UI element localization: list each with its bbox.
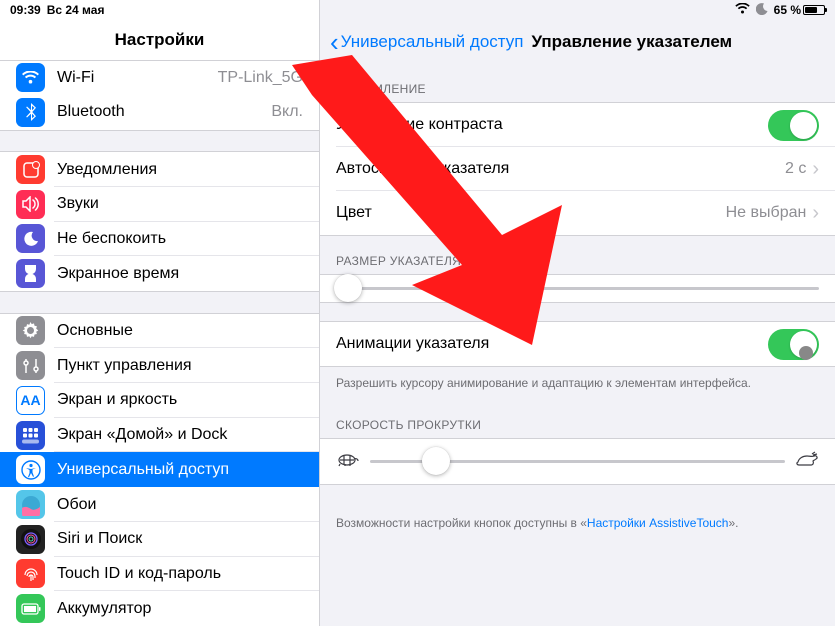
- back-button[interactable]: ‹ Универсальный доступ: [330, 29, 523, 55]
- contrast-label: Увеличение контраста: [336, 116, 768, 134]
- pointer-size-slider[interactable]: [320, 275, 835, 302]
- wallpaper-icon: [16, 490, 45, 519]
- wifi-label: Wi-Fi: [57, 69, 218, 87]
- accessibility-label: Универсальный доступ: [57, 461, 303, 479]
- turtle-icon: [336, 451, 360, 472]
- chevron-right-icon: ›: [812, 158, 819, 181]
- battery-percent: 65 %: [774, 3, 801, 17]
- touchid-icon: [16, 559, 45, 588]
- home-icon: [16, 421, 45, 450]
- rabbit-icon: [795, 451, 819, 472]
- row-animations[interactable]: Анимации указателя: [320, 322, 835, 366]
- control-center-icon: [16, 351, 45, 380]
- accessibility-icon: [16, 455, 45, 484]
- display-label: Экран и яркость: [57, 391, 303, 409]
- bluetooth-value: Вкл.: [271, 103, 303, 121]
- sidebar-item-accessibility[interactable]: Универсальный доступ: [0, 452, 319, 487]
- sounds-icon: [16, 190, 45, 219]
- wifi-value: TP-Link_5G: [218, 69, 303, 87]
- autohide-value: 2 с: [785, 160, 806, 178]
- battery-icon: [803, 5, 825, 15]
- sidebar-item-dnd[interactable]: Не беспокоить: [0, 222, 319, 257]
- section-scroll: СКОРОСТЬ ПРОКРУТКИ: [320, 400, 835, 438]
- siri-icon: [16, 525, 45, 554]
- back-label: Универсальный доступ: [341, 32, 524, 52]
- sidebar-item-touchid[interactable]: Touch ID и код-пароль: [0, 557, 319, 592]
- sidebar-item-general[interactable]: Основные: [0, 314, 319, 349]
- display-icon: AA: [16, 386, 45, 415]
- dnd-icon: [16, 224, 45, 253]
- dnd-label: Не беспокоить: [57, 230, 303, 248]
- home-label: Экран «Домой» и Dock: [57, 426, 303, 444]
- wallpaper-label: Обои: [57, 496, 303, 514]
- sounds-label: Звуки: [57, 195, 303, 213]
- page-title: Управление указателем: [531, 32, 732, 52]
- color-label: Цвет: [336, 204, 726, 222]
- sidebar-item-siri[interactable]: Siri и Поиск: [0, 522, 319, 557]
- bluetooth-label: Bluetooth: [57, 103, 271, 121]
- dnd-moon-icon: [756, 3, 768, 18]
- assistivetouch-link[interactable]: Настройки AssistiveTouch: [587, 516, 729, 530]
- row-color[interactable]: Цвет Не выбран ›: [320, 191, 835, 235]
- sidebar-item-notifications[interactable]: Уведомления: [0, 152, 319, 187]
- notifications-label: Уведомления: [57, 161, 303, 179]
- battery-label: Аккумулятор: [57, 600, 303, 618]
- pointer-cursor-icon: [799, 346, 813, 360]
- status-right: 65 %: [735, 3, 825, 18]
- row-autohide[interactable]: Автоскрытие указателя 2 с ›: [320, 147, 835, 191]
- row-contrast[interactable]: Увеличение контраста: [320, 103, 835, 147]
- detail-pane: ‹ Универсальный доступ Управление указат…: [320, 0, 835, 626]
- sidebar-item-wifi[interactable]: Wi-Fi TP-Link_5G: [0, 60, 319, 95]
- sidebar-item-control-center[interactable]: Пункт управления: [0, 348, 319, 383]
- screentime-icon: [16, 259, 45, 288]
- chevron-left-icon: ‹: [330, 29, 339, 55]
- bluetooth-icon: [16, 98, 45, 127]
- scroll-speed-slider[interactable]: [320, 439, 835, 484]
- sidebar-item-wallpaper[interactable]: Обои: [0, 487, 319, 522]
- sidebar-item-screentime[interactable]: Экранное время: [0, 256, 319, 291]
- control-center-label: Пункт управления: [57, 357, 303, 375]
- sidebar-item-display[interactable]: AA Экран и яркость: [0, 383, 319, 418]
- section-size: РАЗМЕР УКАЗАТЕЛЯ: [320, 236, 835, 274]
- sidebar-item-bluetooth[interactable]: Bluetooth Вкл.: [0, 95, 319, 130]
- sidebar-item-home[interactable]: Экран «Домой» и Dock: [0, 418, 319, 453]
- general-icon: [16, 316, 45, 345]
- animations-footer: Разрешить курсору анимирование и адаптац…: [320, 367, 835, 400]
- sidebar-item-sounds[interactable]: Звуки: [0, 187, 319, 222]
- autohide-label: Автоскрытие указателя: [336, 160, 785, 178]
- siri-label: Siri и Поиск: [57, 530, 303, 548]
- color-value: Не выбран: [726, 204, 807, 222]
- battery-sidebar-icon: [16, 594, 45, 623]
- animations-label: Анимации указателя: [336, 335, 768, 353]
- chevron-right-icon: ›: [812, 202, 819, 225]
- settings-sidebar: Настройки Wi-Fi TP-Link_5G Bluetooth Вкл…: [0, 0, 320, 626]
- screentime-label: Экранное время: [57, 265, 303, 283]
- wifi-icon: [16, 63, 45, 92]
- notifications-icon: [16, 155, 45, 184]
- touchid-label: Touch ID и код-пароль: [57, 565, 303, 583]
- assistivetouch-footer: Возможности настройки кнопок доступны в …: [320, 507, 835, 540]
- sidebar-title: Настройки: [0, 20, 319, 60]
- general-label: Основные: [57, 322, 303, 340]
- contrast-toggle[interactable]: [768, 110, 819, 141]
- section-appearance: ОФОРМЛЕНИЕ: [320, 64, 835, 102]
- wifi-status-icon: [735, 3, 750, 17]
- status-date: Вс 24 мая: [47, 3, 105, 17]
- sidebar-item-battery[interactable]: Аккумулятор: [0, 591, 319, 626]
- status-time: 09:39: [10, 3, 41, 17]
